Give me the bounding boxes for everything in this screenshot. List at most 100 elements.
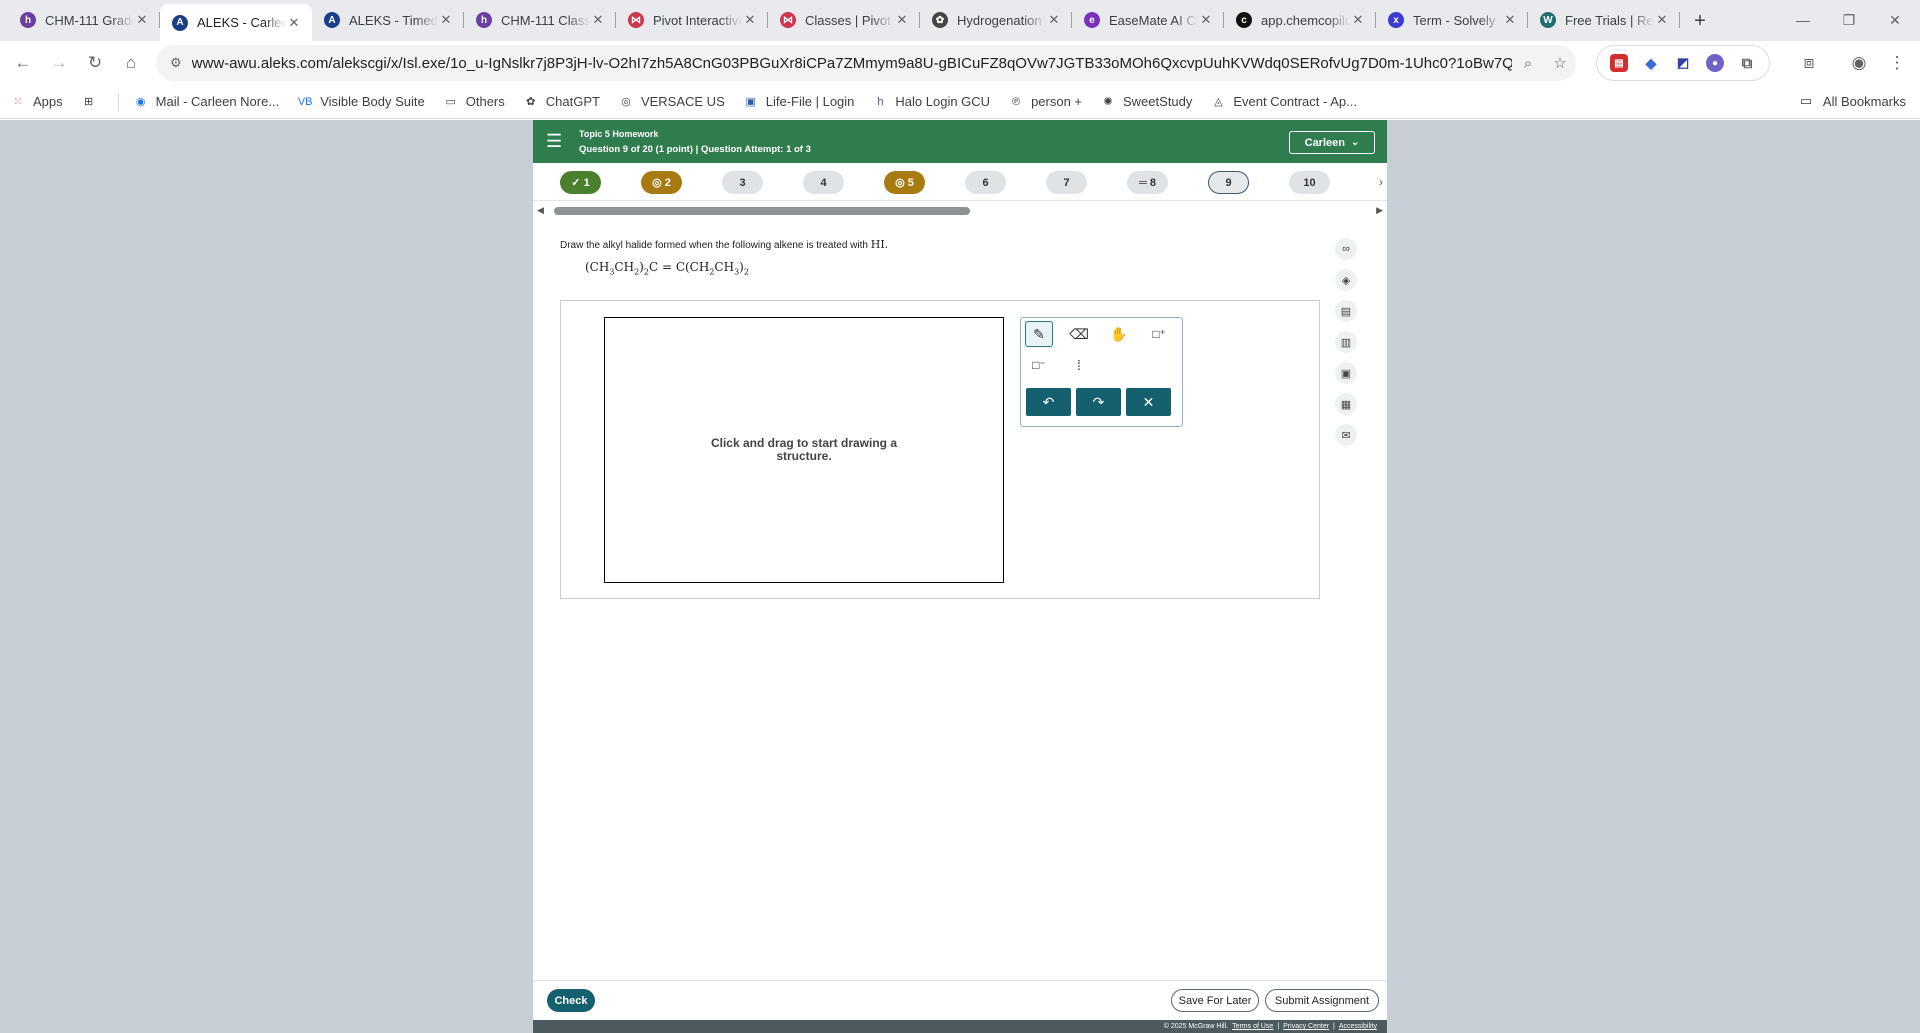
- bookmark-item[interactable]: VB Visible Body Suite: [297, 94, 425, 110]
- question-pill[interactable]: 7: [1046, 171, 1087, 194]
- next-questions-arrow-icon[interactable]: ›: [1379, 175, 1383, 189]
- terms-link[interactable]: Terms of Use: [1232, 1023, 1273, 1030]
- bookmark-item[interactable]: ▭ Others: [443, 94, 505, 110]
- close-tab-icon[interactable]: ✕: [1502, 12, 1518, 28]
- bookmark-star-icon[interactable]: ☆: [1544, 54, 1576, 72]
- question-scrollbar[interactable]: ◀ ▶: [537, 205, 1383, 215]
- bookmark-item[interactable]: ◎ VERSACE US: [618, 94, 725, 110]
- question-pill[interactable]: 6: [965, 171, 1006, 194]
- browser-tab[interactable]: A ALEKS - Carleen✕: [160, 4, 312, 41]
- close-window-icon[interactable]: ✕: [1872, 0, 1918, 40]
- undo-icon[interactable]: ↶: [1026, 388, 1071, 416]
- redo-icon[interactable]: ↷: [1076, 388, 1121, 416]
- data-icon[interactable]: ▥: [1335, 331, 1357, 353]
- ebook-icon[interactable]: ▤: [1335, 300, 1357, 322]
- new-tab-button[interactable]: +: [1684, 5, 1716, 37]
- periodic-table-icon[interactable]: ▣: [1335, 362, 1357, 384]
- browser-tab[interactable]: h CHM-111 Class ✕: [464, 3, 616, 37]
- browser-tab[interactable]: h CHM-111 Grades✕: [8, 3, 160, 37]
- browser-tab[interactable]: ⋈ Classes | Pivot I ✕: [768, 3, 920, 37]
- site-info-icon[interactable]: ⚙: [170, 55, 182, 71]
- extension-icon[interactable]: ●: [1706, 54, 1724, 72]
- close-tab-icon[interactable]: ✕: [438, 12, 454, 28]
- explanation-icon[interactable]: ∞: [1335, 238, 1357, 260]
- tab-search-icon[interactable]: ⧈: [1792, 46, 1826, 80]
- hamburger-menu-icon[interactable]: ☰: [546, 131, 564, 151]
- clear-icon[interactable]: ✕: [1126, 388, 1171, 416]
- add-charge-icon[interactable]: □⁺: [1145, 321, 1173, 347]
- privacy-link[interactable]: Privacy Center: [1283, 1023, 1329, 1030]
- eraser-tool-icon[interactable]: ⌫: [1065, 321, 1093, 347]
- browser-tab[interactable]: c app.chemcopilot ✕: [1224, 3, 1376, 37]
- bookmark-item[interactable]: ⊞: [81, 94, 104, 110]
- scrollbar-thumb[interactable]: [554, 207, 970, 215]
- submit-assignment-button[interactable]: Submit Assignment: [1265, 989, 1379, 1012]
- calculator-icon[interactable]: ▦: [1335, 393, 1357, 415]
- question-pill[interactable]: ✓ 1: [560, 171, 601, 194]
- browser-tab[interactable]: e EaseMate AI Ch ✕: [1072, 3, 1224, 37]
- hint-icon[interactable]: ◈: [1335, 269, 1357, 291]
- close-tab-icon[interactable]: ✕: [1654, 12, 1670, 28]
- browser-tab[interactable]: x Term - Solvely ✕: [1376, 3, 1528, 37]
- extension-icon[interactable]: ◆: [1642, 54, 1660, 72]
- question-pill[interactable]: ◎ 5: [884, 171, 925, 194]
- scroll-right-icon[interactable]: ▶: [1376, 205, 1383, 216]
- halo-icon: h: [877, 95, 884, 108]
- browser-tab[interactable]: W Free Trials | Rev ✕: [1528, 3, 1680, 37]
- bookmark-item[interactable]: ▣ Life-File | Login: [743, 94, 855, 110]
- reload-icon[interactable]: ↻: [78, 46, 112, 80]
- browser-tab[interactable]: ✿ Hydrogenation ✕: [920, 3, 1072, 37]
- bookmark-item[interactable]: ℗ person +: [1008, 94, 1082, 110]
- bookmark-item[interactable]: ✿ ChatGPT: [523, 94, 600, 110]
- close-tab-icon[interactable]: ✕: [1350, 12, 1366, 28]
- lifefile-icon: ▣: [745, 96, 756, 108]
- accessibility-link[interactable]: Accessibility: [1339, 1023, 1377, 1030]
- close-tab-icon[interactable]: ✕: [894, 12, 910, 28]
- question-pill[interactable]: 3: [722, 171, 763, 194]
- question-pill[interactable]: 10: [1289, 171, 1330, 194]
- mail-icon[interactable]: ✉: [1335, 424, 1357, 446]
- home-icon[interactable]: ⌂: [114, 46, 148, 80]
- extension-icon[interactable]: ▤: [1610, 54, 1628, 72]
- browser-tab[interactable]: A ALEKS - Timed ✕: [312, 3, 464, 37]
- save-for-later-button[interactable]: Save For Later: [1171, 989, 1259, 1012]
- question-pill[interactable]: 9: [1208, 171, 1249, 194]
- close-tab-icon[interactable]: ✕: [1046, 12, 1062, 28]
- close-tab-icon[interactable]: ✕: [590, 12, 606, 28]
- structure-drawing-canvas[interactable]: Click and drag to start drawing a struct…: [604, 317, 1004, 583]
- hand-tool-icon[interactable]: ✋: [1105, 321, 1133, 347]
- close-tab-icon[interactable]: ✕: [1198, 12, 1214, 28]
- extension-icon[interactable]: ◩: [1674, 54, 1692, 72]
- question-pill[interactable]: ◎ 2: [641, 171, 682, 194]
- user-menu-button[interactable]: Carleen ⌄: [1289, 131, 1375, 154]
- zoom-icon[interactable]: ⌕: [1512, 55, 1544, 72]
- back-icon[interactable]: ←: [6, 46, 40, 80]
- close-tab-icon[interactable]: ✕: [286, 15, 302, 31]
- minimize-icon[interactable]: —: [1780, 0, 1826, 40]
- bookmark-item[interactable]: ⁙ Apps: [10, 94, 62, 110]
- pencil-tool-icon[interactable]: ✎: [1025, 321, 1053, 347]
- event-icon: ◬: [1214, 96, 1223, 108]
- answer-panel: Click and drag to start drawing a struct…: [560, 300, 1320, 599]
- all-bookmarks[interactable]: ▭ All Bookmarks: [1800, 93, 1906, 109]
- bookmark-item[interactable]: ◬ Event Contract - Ap...: [1210, 94, 1357, 110]
- address-bar[interactable]: ⚙ www-awu.aleks.com/alekscgi/x/Isl.exe/1…: [156, 45, 1576, 81]
- remove-charge-icon[interactable]: □⁻: [1025, 352, 1053, 378]
- url-text[interactable]: www-awu.aleks.com/alekscgi/x/Isl.exe/1o_…: [192, 55, 1512, 72]
- profile-icon[interactable]: ◉: [1842, 46, 1876, 80]
- restore-icon[interactable]: ❐: [1826, 0, 1872, 40]
- lone-pair-icon[interactable]: ⁞: [1065, 352, 1093, 378]
- scroll-left-icon[interactable]: ◀: [537, 205, 544, 216]
- menu-kebab-icon[interactable]: ⋮: [1880, 46, 1914, 80]
- question-pill[interactable]: 4: [803, 171, 844, 194]
- question-pill[interactable]: ═ 8: [1127, 171, 1168, 194]
- bookmark-item[interactable]: ◉ Mail - Carleen Nore...: [133, 94, 279, 110]
- close-tab-icon[interactable]: ✕: [134, 12, 150, 28]
- extensions-puzzle-icon[interactable]: ⧉: [1738, 54, 1756, 72]
- bookmark-item[interactable]: h Halo Login GCU: [872, 94, 990, 110]
- check-button[interactable]: Check: [547, 989, 595, 1012]
- browser-tab[interactable]: ⋈ Pivot Interactive ✕: [616, 3, 768, 37]
- bookmark-item[interactable]: ✺ SweetStudy: [1100, 94, 1192, 110]
- close-tab-icon[interactable]: ✕: [742, 12, 758, 28]
- forward-icon[interactable]: →: [42, 46, 76, 80]
